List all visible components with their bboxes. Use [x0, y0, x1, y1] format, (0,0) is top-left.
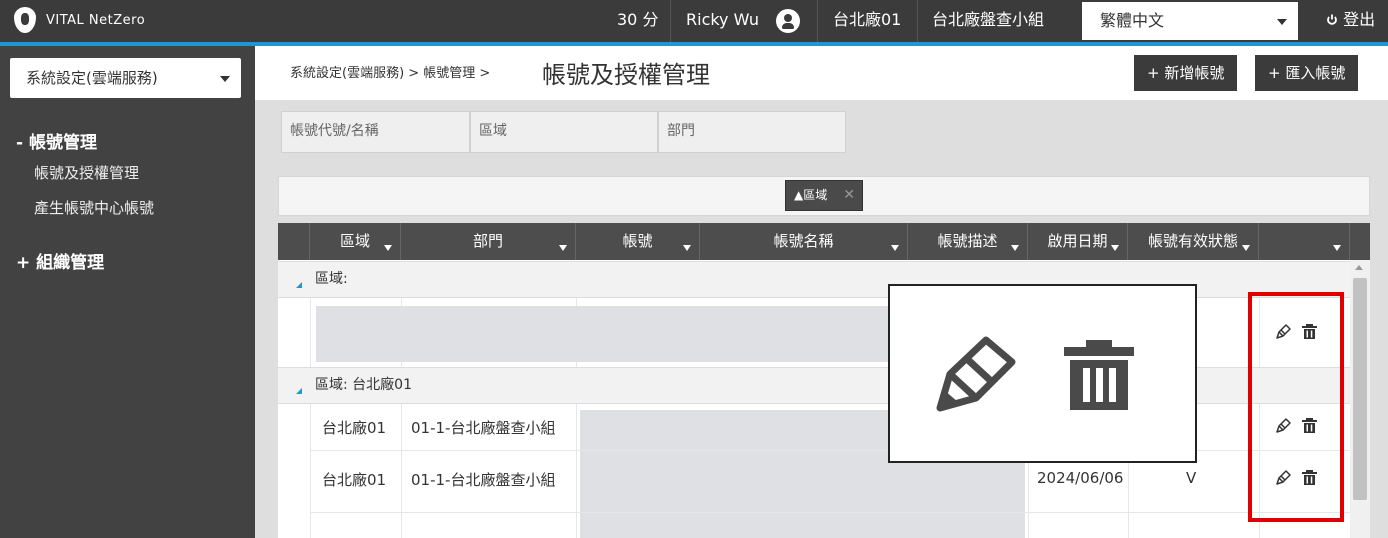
chevron-down-icon	[1277, 19, 1287, 25]
filter-icon[interactable]	[384, 245, 392, 251]
user-name[interactable]: Ricky Wu	[686, 0, 759, 42]
filter-icon[interactable]	[683, 245, 691, 251]
status-cell: V	[1186, 469, 1197, 487]
collapse-icon[interactable]	[296, 282, 302, 288]
column-header-account[interactable]: 帳號	[576, 223, 700, 260]
region-cell: 台北廠01	[322, 419, 387, 437]
sidebar-group-account[interactable]: - 帳號管理	[16, 128, 97, 153]
department-cell: 01-1-台北廠盤查小組	[411, 471, 556, 489]
start-date-cell: 2024/06/06	[1037, 469, 1124, 487]
session-timer: 30 分	[617, 10, 659, 29]
user-avatar-icon[interactable]	[776, 9, 800, 33]
team-selector[interactable]: 台北廠盤查小組	[932, 0, 1044, 42]
column-header-start-date[interactable]: 啟用日期	[1028, 223, 1128, 260]
redacted-area	[316, 306, 890, 362]
module-select-value: 系統設定(雲端服務)	[26, 69, 158, 87]
column-header-actions[interactable]	[1259, 223, 1350, 260]
column-header-description[interactable]: 帳號描述	[908, 223, 1028, 260]
logout-label: 登出	[1343, 10, 1376, 29]
region-filter-input[interactable]: 區域	[470, 111, 658, 153]
pencil-icon	[936, 336, 1016, 412]
logout-button[interactable]: 登出	[1326, 0, 1375, 42]
column-header-account-name[interactable]: 帳號名稱	[700, 223, 908, 260]
import-account-button[interactable]: + 匯入帳號	[1255, 55, 1359, 91]
row-divider	[310, 512, 1350, 513]
filter-icon[interactable]	[1111, 245, 1119, 251]
page-title: 帳號及授權管理	[542, 61, 710, 89]
department-filter-input[interactable]: 部門	[658, 111, 846, 153]
scroll-up-icon[interactable]	[1355, 265, 1363, 270]
breadcrumb[interactable]: 系統設定(雲端服務) > 帳號管理 >	[290, 62, 490, 81]
column-spacer	[278, 223, 310, 260]
zoom-callout	[888, 284, 1197, 463]
logo-icon	[14, 7, 36, 33]
top-bar: VITAL NetZero 30 分 Ricky Wu 台北廠01 台北廠盤查小…	[0, 0, 1388, 42]
group-label: 區域: 台北廠01	[315, 377, 412, 393]
filter-icon[interactable]	[559, 245, 567, 251]
filter-icon[interactable]	[1333, 245, 1341, 251]
column-header-status[interactable]: 帳號有效狀態	[1128, 223, 1259, 260]
group-label: 區域:	[315, 271, 348, 287]
filter-icon[interactable]	[1011, 245, 1019, 251]
table-header: 區域 部門 帳號 帳號名稱 帳號描述 啟用日期 帳號有效狀態	[278, 223, 1370, 260]
sidebar-item-account-auth[interactable]: 帳號及授權管理	[34, 162, 139, 183]
sidebar-item-center-account[interactable]: 產生帳號中心帳號	[34, 197, 154, 218]
divider	[817, 0, 818, 42]
filter-icon[interactable]	[1242, 245, 1250, 251]
module-select[interactable]: 系統設定(雲端服務)	[10, 58, 241, 98]
add-account-button[interactable]: + 新增帳號	[1134, 55, 1238, 91]
divider	[917, 0, 918, 42]
chevron-down-icon	[220, 76, 230, 82]
region-cell: 台北廠01	[322, 471, 387, 489]
divider	[670, 0, 671, 42]
account-filter-input[interactable]: 帳號代號/名稱	[281, 111, 470, 153]
close-icon[interactable]: ✕	[843, 181, 855, 210]
highlight-box	[1248, 292, 1344, 522]
language-select[interactable]: 繁體中文	[1082, 2, 1298, 40]
collapse-icon[interactable]	[296, 388, 302, 394]
column-header-region[interactable]: 區域	[310, 223, 401, 260]
power-icon	[1327, 14, 1337, 25]
sidebar-group-organization[interactable]: + 組織管理	[16, 248, 104, 273]
site-selector[interactable]: 台北廠01	[833, 0, 901, 42]
department-cell: 01-1-台北廠盤查小組	[411, 419, 556, 437]
column-header-department[interactable]: 部門	[401, 223, 576, 260]
language-value: 繁體中文	[1100, 11, 1165, 30]
group-by-chip[interactable]: ▲區域 ✕	[785, 180, 863, 211]
scrollbar-thumb[interactable]	[1353, 278, 1367, 500]
brand-logo[interactable]: VITAL NetZero	[14, 7, 145, 33]
brand-name: VITAL NetZero	[46, 12, 146, 28]
sidebar: 系統設定(雲端服務) - 帳號管理 帳號及授權管理 產生帳號中心帳號 + 組織管…	[0, 46, 255, 538]
column-line	[310, 298, 311, 538]
trash-icon	[1064, 340, 1134, 410]
filter-icon[interactable]	[891, 245, 899, 251]
group-chip-label: ▲區域	[794, 188, 828, 202]
